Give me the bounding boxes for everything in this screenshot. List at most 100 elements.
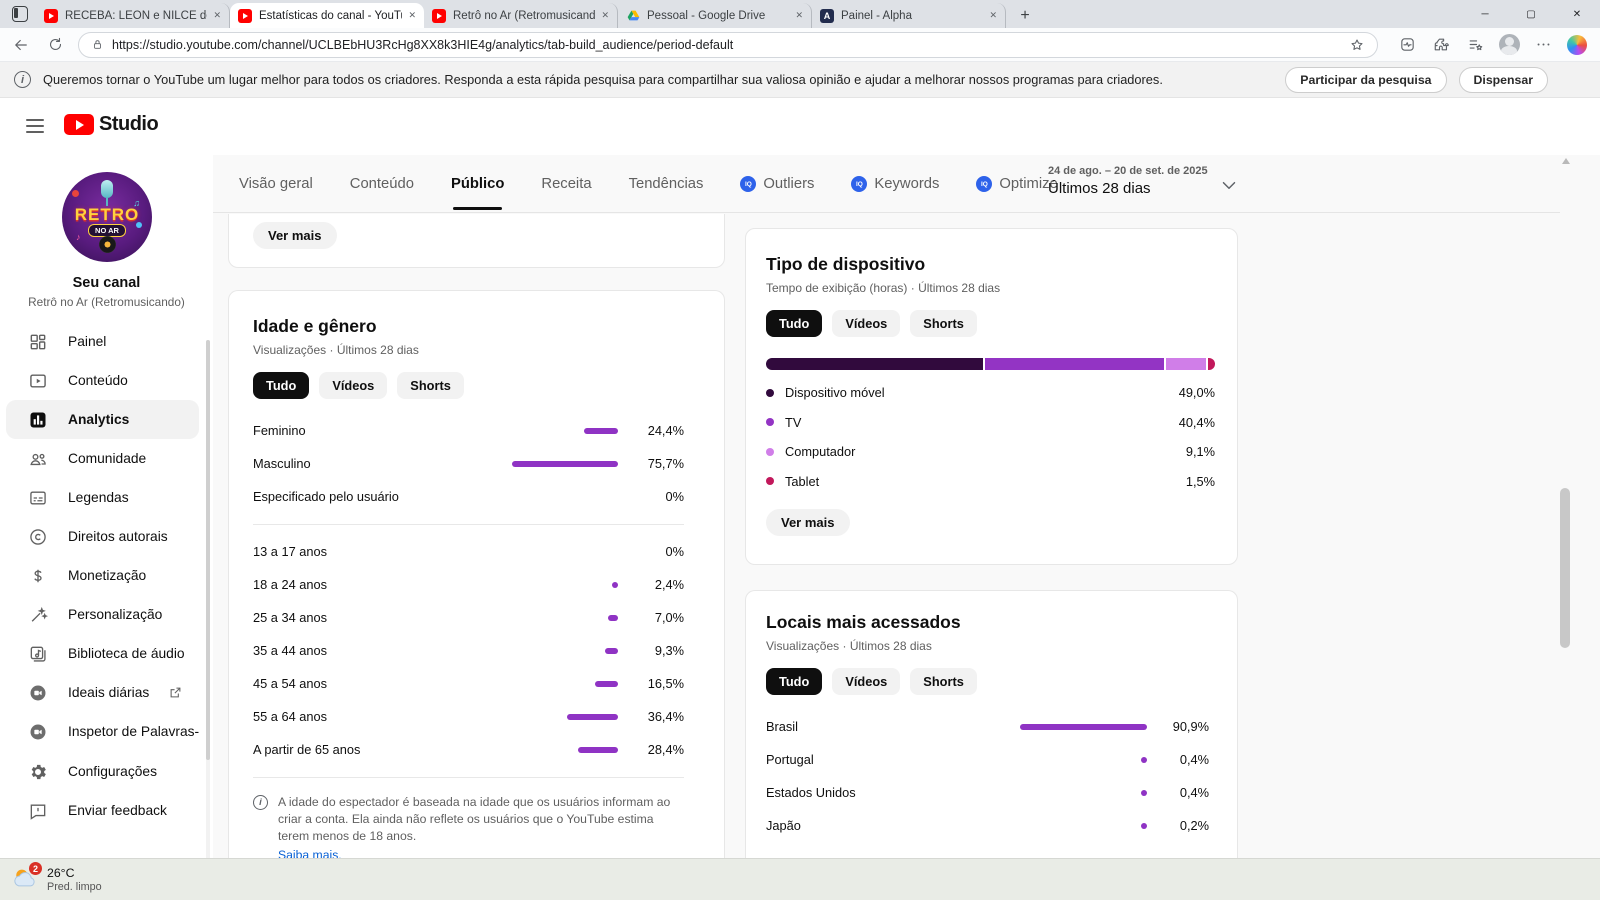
tab-close-icon[interactable]: ✕ [601,10,609,21]
banner-text: Queremos tornar o YouTube um lugar melho… [43,72,1163,87]
audio-library-icon [27,643,49,665]
filter-chip-shorts[interactable]: Shorts [910,310,977,337]
card-title: Idade e gênero [253,316,377,336]
browser-tab[interactable]: Pessoal - Google Drive ✕ [618,3,812,28]
close-button[interactable]: ✕ [1554,0,1600,28]
browser-tab[interactable]: RECEBA: LEON e NILCE do COISA ✕ [36,3,230,28]
analytics-tab-keywords[interactable]: IQ Keywords [851,155,939,213]
stat-label: Brasil [766,719,798,734]
gender-rows: Feminino 24,4% Masculino 75,7% Especificado … [253,414,684,513]
stat-bar [567,713,618,720]
sidebar-item-inspetor-de-palavras-chave[interactable]: Inspetor de Palavras-chav [6,712,199,751]
filter-chip-vídeos[interactable]: Vídeos [319,372,388,399]
sidebar-item-biblioteca-de-audio[interactable]: Biblioteca de áudio [6,634,199,673]
stat-value: 24,4% [647,423,684,438]
maximize-button[interactable]: ▢ [1508,0,1554,28]
page-scroll-thumb[interactable] [1560,488,1570,648]
scrollbar-up-arrow[interactable] [1562,158,1570,164]
sidebar-item-ideais-diarias[interactable]: Ideais diárias [6,673,199,712]
settings-more-icon[interactable] [1530,32,1556,58]
stat-value: 0,4% [1179,752,1209,767]
menu-icon[interactable] [26,119,44,133]
vidiq-tab-icon: IQ [976,176,993,192]
analytics-tab-receita[interactable]: Receita [541,155,591,213]
collections-icon[interactable] [1462,32,1488,58]
sidebar-item-label: Monetização [68,568,147,583]
dismiss-button[interactable]: Dispensar [1458,66,1548,93]
address-bar[interactable]: https://studio.youtube.com/channel/UCLBE… [78,31,1378,58]
device-bar-segment [1166,358,1207,370]
sidebar-item-direitos-autorais[interactable]: Direitos autorais [6,517,199,556]
sidebar-item-enviar-feedback[interactable]: Enviar feedback [6,791,199,830]
filter-chip-tudo[interactable]: Tudo [766,668,823,695]
browser-tab[interactable]: Retrô no Ar (Retromusicando) - Y ✕ [424,3,618,28]
analytics-tab-outliers[interactable]: IQ Outliers [740,155,814,213]
sidebar-scroll-thumb[interactable] [206,340,210,760]
youtube-favicon-icon [432,8,446,23]
tab-close-icon[interactable]: ✕ [795,10,803,21]
ver-mais-button[interactable]: Ver mais [253,222,337,249]
analytics-tab-conteudo[interactable]: Conteúdo [350,155,414,213]
weather-widget[interactable]: 2 26°C Pred. limpo [10,862,102,894]
filter-chip-shorts[interactable]: Shorts [910,668,977,695]
workspaces-icon[interactable] [12,6,28,22]
sidebar-item-personalizacao[interactable]: Personalização [6,595,199,634]
stat-value: 0,4% [1179,785,1209,800]
sidebar-item-analytics[interactable]: Analytics [6,400,199,439]
tab-close-icon[interactable]: ✕ [408,10,416,21]
filter-chip-vídeos[interactable]: Vídeos [832,310,901,337]
browser-essentials-icon[interactable] [1394,32,1420,58]
saiba-mais-link[interactable]: Saiba mais. [278,847,342,858]
favorite-star-icon[interactable] [1349,37,1365,53]
analytics-tabs: Visão geral Conteúdo Público Receita Tendênc… [213,155,1560,213]
stat-row: 35 a 44 anos 9,3% [253,634,684,667]
legend-value: 40,4% [1178,414,1215,430]
channel-avatar[interactable]: RETRO NO AR ♪ ♫ [62,172,152,262]
tab-label: Visão geral [239,176,313,192]
tab-close-icon[interactable]: ✕ [989,10,997,21]
legend-row: Dispositivo móvel 49,0% [766,378,1215,408]
tab-title: RECEBA: LEON e NILCE do COISA [65,9,207,22]
stat-value: 28,4% [647,742,684,757]
browser-tab[interactable]: A Painel - Alpha ✕ [812,3,1006,28]
sidebar-item-monetizacao[interactable]: Monetização [6,556,199,595]
sidebar-item-configuracoes[interactable]: Configurações [6,752,199,791]
minimize-button[interactable]: ─ [1462,0,1508,28]
stat-label: Especificado pelo usuário [253,489,399,504]
sidebar-item-conteudo[interactable]: Conteúdo [6,361,199,400]
tab-close-icon[interactable]: ✕ [213,10,221,21]
filter-chip-shorts[interactable]: Shorts [397,372,464,399]
date-range-selector[interactable]: 24 de ago. – 20 de set. de 2025 Últimos … [1048,165,1228,197]
browser-tab[interactable]: Estatísticas do canal - YouTube St ✕ [230,3,424,28]
participate-survey-button[interactable]: Participar da pesquisa [1285,66,1447,93]
info-icon: i [253,795,268,810]
ver-mais-button[interactable]: Ver mais [766,509,850,536]
extensions-icon[interactable] [1428,32,1454,58]
location-rows: Brasil 90,9% Portugal 0,4% Estados Unidos 0,4… [766,710,1209,842]
screen: RECEBA: LEON e NILCE do COISA✕Estatístic… [0,0,1600,900]
filter-chip-tudo[interactable]: Tudo [253,372,310,399]
youtube-studio-logo[interactable]: Studio [64,113,159,136]
new-tab-button[interactable]: + [1012,3,1038,28]
tab-title: Pessoal - Google Drive [647,9,766,22]
youtube-favicon-icon [238,8,252,23]
back-icon[interactable] [8,32,34,58]
analytics-tab-visao-geral[interactable]: Visão geral [239,155,313,213]
sidebar-item-painel[interactable]: Painel [6,322,199,361]
sidebar-item-comunidade[interactable]: Comunidade [6,439,199,478]
analytics-tab-tendencias[interactable]: Tendências [629,155,704,213]
filter-chip-tudo[interactable]: Tudo [766,310,823,337]
profile-avatar-icon[interactable] [1496,32,1522,58]
stat-value: 0,2% [1179,818,1209,833]
analytics-tab-publico[interactable]: Público [451,155,504,213]
analytics-tab-optimize[interactable]: IQ Optimize [976,155,1058,213]
age-rows: 13 a 17 anos 0% 18 a 24 anos 2,4% 25 a 34 an… [253,535,684,766]
stat-bar [512,460,618,467]
card-subtitle: Tempo de exibição (horas) · Últimos 28 d… [766,281,1001,295]
refresh-icon[interactable] [42,32,68,58]
filter-chip-vídeos[interactable]: Vídeos [832,668,901,695]
sidebar-item-legendas[interactable]: Legendas [6,478,199,517]
toolbar-right [1386,32,1590,58]
copilot-icon[interactable] [1564,32,1590,58]
sidebar-item-label: Conteúdo [68,373,128,388]
